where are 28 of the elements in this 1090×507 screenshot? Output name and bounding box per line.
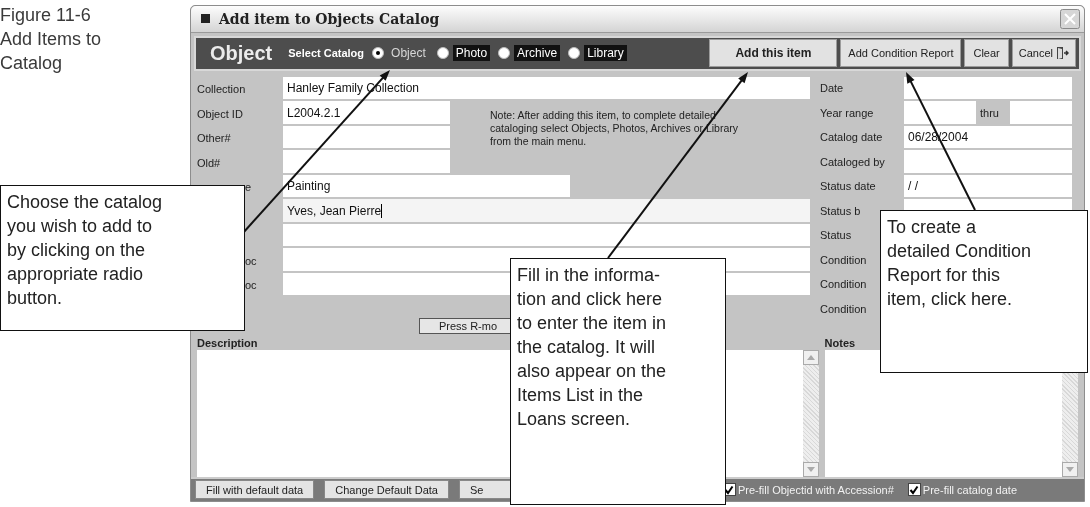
field-label: Condition <box>820 253 868 266</box>
field-label: Date <box>820 82 845 95</box>
form-heading: Object <box>210 41 273 65</box>
callout-tooltip: To create a detailed Condition Report for this item, click here. <box>880 210 1088 373</box>
note-text: Note: After adding this item, to complete detailed cataloging select Objects, Photos, Archives or Library from the main menu. <box>489 108 740 150</box>
notes-label: Notes <box>824 336 856 350</box>
range-label: thru <box>979 106 1000 119</box>
window-title: Add item to Objects Catalog <box>219 10 440 27</box>
field-label: Status b <box>820 204 862 217</box>
field-label: oc <box>244 279 258 292</box>
field-label: Status <box>820 229 853 242</box>
callout-tooltip: Choose the catalog you wish to add to by clicking on the appropriate radio button. <box>0 185 245 331</box>
field-label: oc <box>244 254 258 267</box>
description-label: Description <box>197 336 258 350</box>
field-label: Old# <box>197 156 222 169</box>
select-label: Select Catalog <box>288 47 365 60</box>
field-label: Condition <box>820 278 868 291</box>
figure-caption: Figure 11-6 Add Items to Catalog <box>0 4 103 75</box>
field-label: Year range <box>820 106 875 119</box>
field-label: Collection <box>197 83 247 96</box>
field-label: e <box>244 181 253 194</box>
field-label: Other# <box>197 132 232 145</box>
field-label: Object ID <box>197 107 244 120</box>
field-label: Cataloged by <box>820 155 886 168</box>
field-label: Catalog date <box>820 131 884 144</box>
field-label: Condition <box>820 302 868 315</box>
field-label: Status date <box>820 180 877 193</box>
callout-tooltip: Fill in the informa- tion and click here to enter the item in the catalog. It will also appear on the Items List in the Loans screen. <box>510 258 726 505</box>
